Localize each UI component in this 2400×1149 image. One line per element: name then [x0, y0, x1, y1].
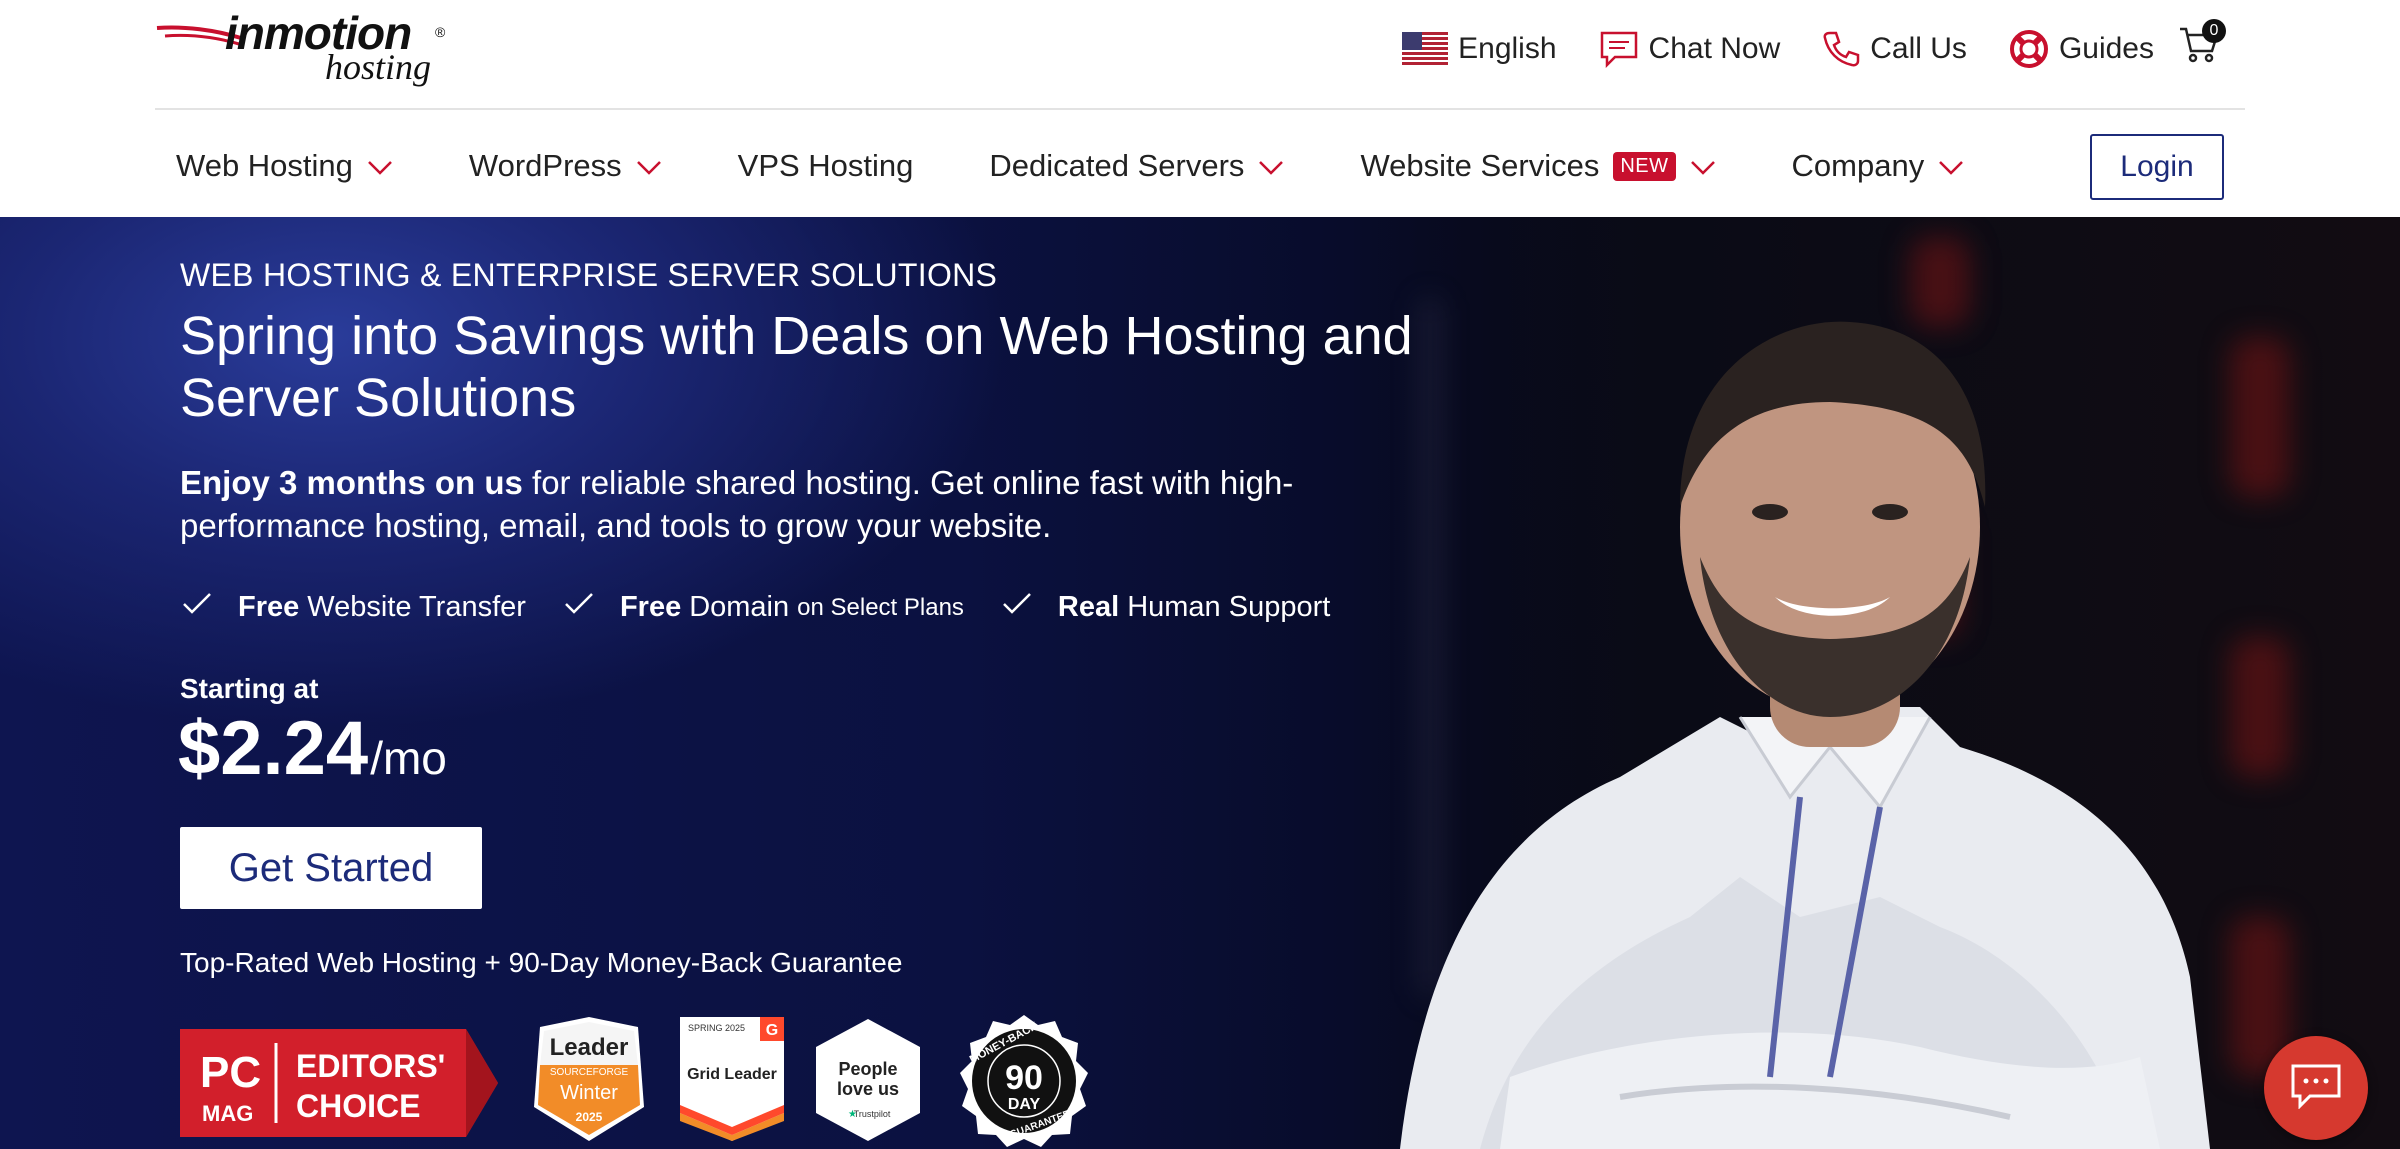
- chevron-down-icon: [636, 148, 662, 184]
- nav-item-company[interactable]: Company: [1792, 148, 1965, 184]
- checkmark-icon: [564, 591, 594, 624]
- guarantee-text: Top-Rated Web Hosting + 90-Day Money-Bac…: [180, 947, 903, 978]
- chat-now-link[interactable]: Chat Now: [1599, 30, 1781, 68]
- nav-item-website-services[interactable]: Website Services NEW: [1360, 148, 1715, 184]
- g2-grid-leader-badge[interactable]: G SPRING 2025 Grid Leader: [680, 1017, 784, 1141]
- g2-season: SPRING 2025: [688, 1023, 745, 1033]
- nav-item-dedicated-servers[interactable]: Dedicated Servers: [989, 148, 1284, 184]
- get-started-button[interactable]: Get Started: [180, 827, 482, 909]
- guides-link[interactable]: Guides: [2009, 29, 2154, 69]
- trustpilot-line2: love us: [837, 1079, 899, 1099]
- hero-lead: Enjoy 3 months on us for reliable shared…: [180, 461, 1320, 547]
- nav-item-label: VPS Hosting: [737, 148, 914, 183]
- svg-text:★: ★: [848, 1109, 857, 1120]
- feature-item: Real Human Support: [1002, 591, 1330, 624]
- call-us-link[interactable]: Call Us: [1822, 30, 1967, 68]
- inmotion-logo[interactable]: inmotion ® hosting: [155, 6, 455, 87]
- chevron-down-icon: [1690, 148, 1716, 184]
- moneyback-unit: DAY: [1008, 1096, 1041, 1113]
- hero-eyebrow: WEB HOSTING & ENTERPRISE SERVER SOLUTION…: [180, 257, 998, 293]
- cart-count-badge: 0: [2202, 19, 2226, 43]
- svg-text:G: G: [766, 1022, 778, 1039]
- pcmag-choice: CHOICE: [296, 1088, 420, 1124]
- feature-bold: Free: [238, 591, 300, 623]
- feature-bold: Real: [1057, 591, 1120, 623]
- hero-person-image: [1400, 321, 2210, 1149]
- nav-item-label: Dedicated Servers: [989, 148, 1245, 183]
- header-divider: [155, 108, 2245, 110]
- feature-text: Domain: [689, 591, 790, 623]
- trustpilot-badge[interactable]: People love us Trustpilot ★: [816, 1019, 920, 1141]
- pcmag-mag: MAG: [202, 1101, 253, 1126]
- price-amount: $2.24: [178, 706, 369, 791]
- sourceforge-year: 2025: [576, 1110, 603, 1124]
- chat-bubble-icon: [1599, 30, 1639, 68]
- sourceforge-leader-badge[interactable]: Leader SOURCEFORGE Winter 2025: [530, 1017, 648, 1141]
- checkmark-icon: [1002, 591, 1032, 624]
- feature-text: Human Support: [1127, 591, 1331, 623]
- us-flag-icon: [1402, 32, 1449, 66]
- sourceforge-season: Winter: [560, 1082, 618, 1104]
- feature-item: Free Website Transfer: [182, 591, 526, 624]
- feature-bold: Free: [619, 591, 682, 623]
- phone-icon: [1822, 30, 1860, 68]
- feature-item: Free Domain on Select Plans: [564, 591, 964, 624]
- pcmag-pc: PC: [200, 1048, 261, 1097]
- hero-banner: WEB HOSTING & ENTERPRISE SERVER SOLUTION…: [0, 217, 2400, 1149]
- nav-item-label: Company: [1791, 148, 1925, 183]
- chat-bubble-icon: [2290, 1063, 2342, 1114]
- nav-item-label: Website Services: [1360, 148, 1600, 183]
- feature-list: Free Website Transfer Free Domain on Sel…: [182, 591, 1368, 624]
- feature-text: Website Transfer: [307, 591, 526, 623]
- pcmag-editors-choice-badge[interactable]: PC MAG EDITORS' CHOICE: [180, 1029, 498, 1137]
- utility-bar: English Chat Now Call Us Guides 0: [1360, 19, 2226, 76]
- nav-item-web-hosting[interactable]: Web Hosting: [176, 148, 393, 184]
- chevron-down-icon: [367, 148, 393, 184]
- main-nav: Web Hosting WordPress VPS Hosting Dedica…: [176, 134, 2040, 198]
- call-us-label: Call Us: [1870, 32, 1967, 65]
- chevron-down-icon: [1258, 148, 1284, 184]
- nav-item-vps-hosting[interactable]: VPS Hosting: [738, 148, 914, 184]
- nav-item-wordpress[interactable]: WordPress: [469, 148, 662, 184]
- feature-note: on Select Plans: [797, 593, 964, 621]
- site-header: inmotion ® hosting English Chat Now Call…: [0, 0, 2400, 217]
- language-label: English: [1458, 32, 1557, 65]
- new-badge: NEW: [1613, 151, 1676, 181]
- guides-label: Guides: [2058, 32, 2154, 65]
- live-chat-button[interactable]: [2264, 1036, 2368, 1140]
- price-period: /mo: [370, 732, 447, 784]
- pcmag-editors: EDITORS': [296, 1048, 445, 1084]
- chevron-down-icon: [1938, 148, 1964, 184]
- trustpilot-brand: Trustpilot: [854, 1109, 891, 1119]
- price-display: $2.24 /mo: [178, 705, 447, 792]
- lifebuoy-icon: [2009, 29, 2049, 69]
- hero-title: Spring into Savings with Deals on Web Ho…: [180, 306, 1413, 428]
- logo-sub: hosting: [325, 47, 432, 87]
- trustpilot-line1: People: [838, 1059, 897, 1079]
- nav-item-label: Web Hosting: [176, 148, 353, 183]
- sourceforge-brand: SOURCEFORGE: [550, 1067, 629, 1078]
- checkmark-icon: [182, 591, 212, 624]
- login-button[interactable]: Login: [2090, 134, 2224, 200]
- sourceforge-title: Leader: [550, 1034, 629, 1061]
- starting-at-label: Starting at: [180, 673, 319, 704]
- cart-button[interactable]: 0: [2178, 19, 2226, 73]
- logo-registered: ®: [435, 24, 446, 40]
- chat-now-label: Chat Now: [1648, 32, 1781, 65]
- language-selector[interactable]: English: [1402, 32, 1557, 66]
- money-back-guarantee-badge[interactable]: MONEY-BACK 90 DAY GUARANTEE: [958, 1015, 1090, 1147]
- g2-title: Grid Leader: [687, 1066, 777, 1083]
- hero-lead-bold: Enjoy 3 months on us: [180, 464, 523, 501]
- moneyback-number: 90: [1005, 1059, 1043, 1097]
- nav-item-label: WordPress: [468, 148, 622, 183]
